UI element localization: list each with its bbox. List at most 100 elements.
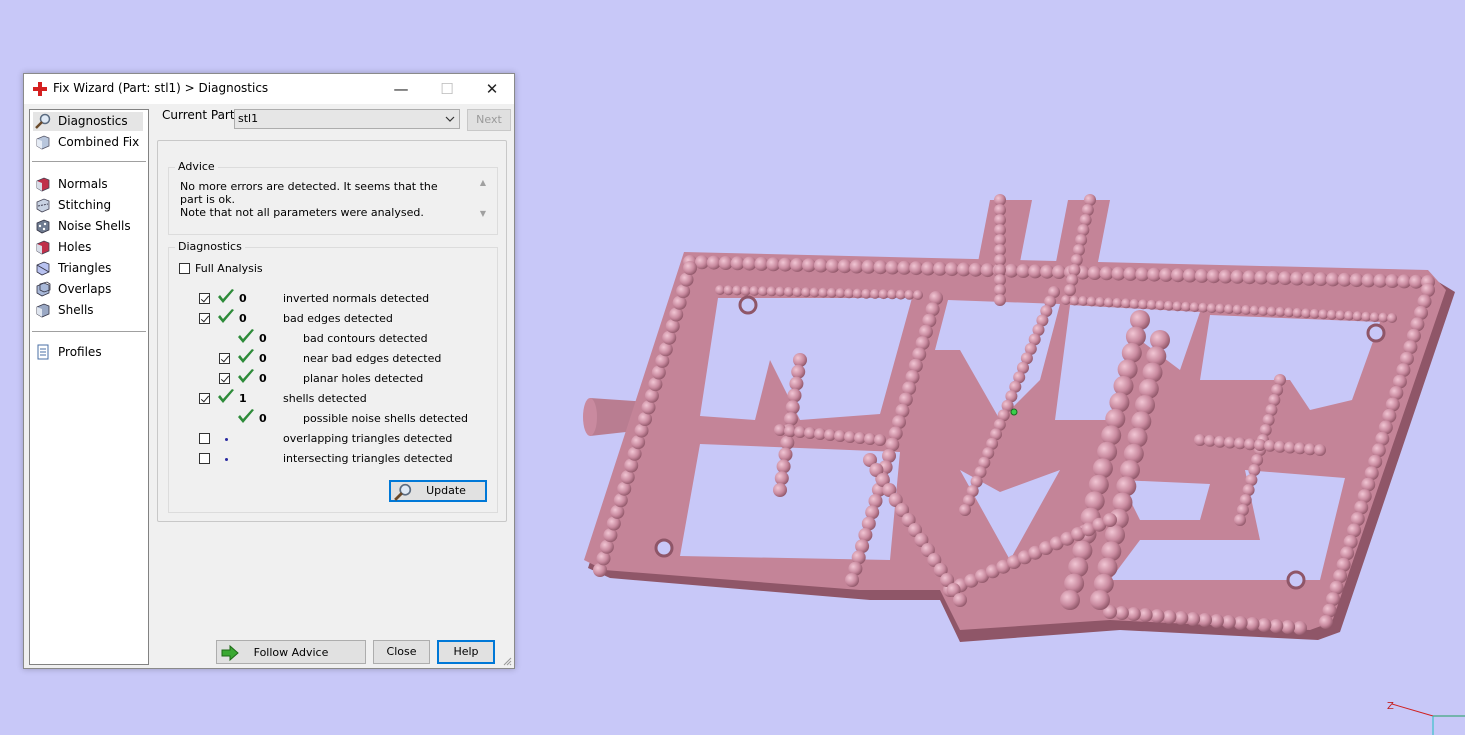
bead xyxy=(1206,303,1217,314)
bead xyxy=(791,364,806,379)
row-checkbox[interactable] xyxy=(199,433,210,444)
bead xyxy=(887,289,898,300)
bead xyxy=(1069,295,1080,306)
bead xyxy=(773,483,787,497)
maximize-button[interactable]: ☐ xyxy=(424,74,470,104)
bead xyxy=(1138,299,1149,310)
nav-item-combined-fix[interactable]: Combined Fix xyxy=(33,133,143,152)
bead xyxy=(844,288,855,299)
row-checkbox[interactable] xyxy=(199,393,210,404)
bead xyxy=(1313,272,1328,287)
nav-item-profiles[interactable]: Profiles xyxy=(33,343,143,362)
nav-item-normals[interactable]: Normals xyxy=(33,175,143,194)
bead xyxy=(1040,264,1055,279)
nav-item-stitching[interactable]: Stitching xyxy=(33,196,143,215)
bead xyxy=(909,261,924,276)
bead xyxy=(1198,302,1209,313)
bead xyxy=(904,289,915,300)
row-label: bad edges detected xyxy=(283,312,393,325)
follow-advice-button[interactable]: Follow Advice xyxy=(216,640,366,664)
bead xyxy=(1121,298,1132,309)
nav-item-holes[interactable]: Holes xyxy=(33,238,143,257)
row-checkbox[interactable] xyxy=(219,373,230,384)
row-checkbox[interactable] xyxy=(199,293,210,304)
bead xyxy=(792,287,803,297)
bead xyxy=(1004,263,1019,278)
bead xyxy=(742,256,757,271)
bead xyxy=(933,261,947,276)
holes-icon xyxy=(36,240,50,255)
bead xyxy=(1232,304,1243,315)
bead xyxy=(1266,270,1281,285)
nav-item-label: Diagnostics xyxy=(58,114,128,128)
bead xyxy=(774,471,789,486)
nav-item-overlaps[interactable]: Overlaps xyxy=(33,280,143,299)
row-checkbox[interactable] xyxy=(199,453,210,464)
row-checkbox[interactable] xyxy=(219,353,230,364)
close-button[interactable]: Close xyxy=(373,640,430,664)
bead xyxy=(1146,299,1157,310)
help-button[interactable]: Help xyxy=(437,640,495,664)
nav-item-shells[interactable]: Shells xyxy=(33,301,143,320)
bead xyxy=(1060,590,1080,610)
bead xyxy=(1249,305,1260,316)
bead xyxy=(1194,268,1209,283)
bead xyxy=(835,288,846,298)
nav-item-triangles[interactable]: Triangles xyxy=(33,259,143,278)
bead xyxy=(766,286,777,297)
red-cross-icon xyxy=(33,82,47,96)
bead xyxy=(1159,267,1174,282)
bead xyxy=(1241,304,1252,315)
document-icon xyxy=(37,344,49,360)
row-count: 0 xyxy=(239,312,247,325)
resize-grip-icon[interactable] xyxy=(502,656,512,666)
current-part-select[interactable]: stl1 xyxy=(234,109,460,129)
advice-scrollbar[interactable]: ▲ ▼ xyxy=(477,178,489,226)
bead xyxy=(1061,295,1071,305)
bead xyxy=(694,255,709,270)
row-count: 0 xyxy=(259,372,267,385)
nav-item-label: Holes xyxy=(58,240,92,254)
scroll-down-icon[interactable]: ▼ xyxy=(477,209,489,218)
row-checkbox[interactable] xyxy=(199,313,210,324)
bead xyxy=(980,263,995,278)
bead xyxy=(780,435,795,450)
bead xyxy=(1319,615,1333,629)
bead xyxy=(1326,309,1337,320)
bead xyxy=(813,258,828,273)
bead xyxy=(758,286,768,297)
bead xyxy=(849,259,864,274)
nav-item-label: Noise Shells xyxy=(58,219,131,233)
bead xyxy=(1172,301,1183,312)
bead xyxy=(1103,513,1117,527)
row-count: 0 xyxy=(239,292,247,305)
bead xyxy=(787,388,802,403)
close-window-button[interactable]: ✕ xyxy=(469,74,515,104)
nav-item-diagnostics[interactable]: Diagnostics xyxy=(33,112,143,131)
triangles-icon xyxy=(36,261,50,276)
bead xyxy=(1387,313,1397,323)
magnifier-icon xyxy=(394,483,412,501)
next-button[interactable]: Next xyxy=(467,109,511,131)
bead xyxy=(775,286,786,297)
title-bar[interactable]: Fix Wizard (Part: stl1) > Diagnostics — … xyxy=(24,74,514,104)
check-icon xyxy=(218,389,234,403)
minimize-button[interactable]: — xyxy=(378,74,424,104)
nav-item-label: Normals xyxy=(58,177,108,191)
overlaps-icon xyxy=(36,281,51,297)
scroll-up-icon[interactable]: ▲ xyxy=(477,178,489,187)
full-analysis-checkbox[interactable] xyxy=(179,263,190,274)
bead xyxy=(944,262,959,277)
bead xyxy=(1129,298,1140,309)
nav-item-noise-shells[interactable]: Noise Shells xyxy=(33,217,143,236)
advice-group: Advice No more errors are detected. It s… xyxy=(168,160,498,235)
row-label: intersecting triangles detected xyxy=(283,452,453,465)
bead xyxy=(885,260,900,275)
row-label: inverted normals detected xyxy=(283,292,430,305)
bead xyxy=(802,258,816,273)
pending-dot-icon xyxy=(225,438,228,441)
update-button[interactable]: Update xyxy=(389,480,487,502)
bead xyxy=(1189,302,1200,313)
bead xyxy=(1090,590,1110,610)
bead xyxy=(837,259,852,274)
